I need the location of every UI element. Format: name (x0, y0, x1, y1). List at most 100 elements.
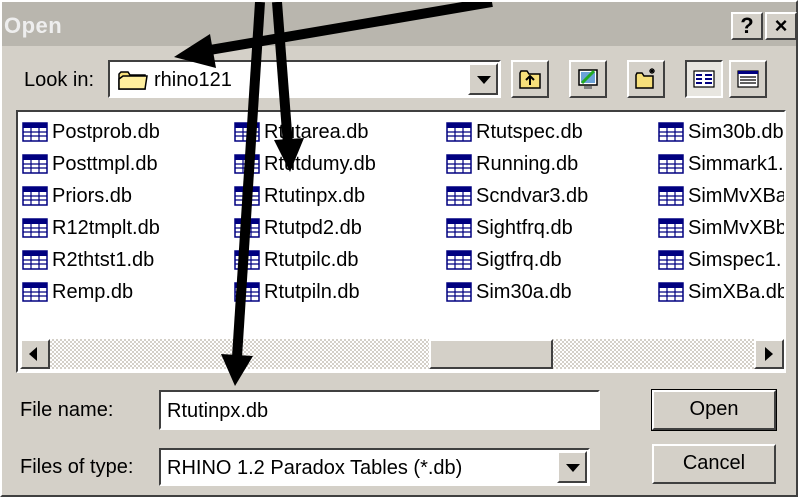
file-item-label: Rtutdumy.db (264, 152, 376, 175)
cancel-button[interactable]: Cancel (652, 444, 776, 484)
file-item-label: Running.db (476, 152, 579, 175)
file-item[interactable]: Sim30a.db (446, 278, 651, 306)
file-item-label: Sigtfrq.db (476, 248, 562, 271)
database-table-icon (22, 122, 48, 142)
file-item-label: Rtutinpx.db (264, 184, 366, 207)
dialog-title: Open (4, 13, 63, 38)
file-name-label: File name: (20, 399, 114, 421)
help-button[interactable]: ? (731, 12, 763, 40)
desktop-button[interactable] (569, 60, 607, 98)
file-item-label: Scndvar3.db (476, 184, 589, 207)
file-item-label: Priors.db (52, 184, 133, 207)
database-table-icon (446, 122, 472, 142)
folder-up-icon (519, 70, 541, 89)
file-item-label: Rtutarea.db (264, 120, 369, 143)
database-table-icon (234, 218, 260, 238)
file-item[interactable]: Simmark1. (658, 150, 784, 178)
file-item-label: Sightfrq.db (476, 216, 573, 239)
file-item-label: Simspec1. (688, 248, 782, 271)
file-item[interactable]: SimMvXBb (658, 214, 786, 242)
title-bar[interactable]: Open ? × (2, 2, 797, 46)
close-button[interactable]: × (765, 12, 797, 40)
open-dialog: Open ? × Look in: rhino121 Postprob.db P… (0, 0, 798, 497)
database-table-icon (658, 186, 684, 206)
file-item-label: Rtutspec.db (476, 120, 583, 143)
database-table-icon (234, 250, 260, 270)
desktop-icon (578, 69, 598, 89)
file-item-label: SimMvXBa (688, 184, 786, 207)
file-item-label: Rtutpd2.db (264, 216, 362, 239)
database-table-icon (446, 154, 472, 174)
database-table-icon (446, 186, 472, 206)
details-view-icon (737, 70, 759, 88)
file-item[interactable]: R12tmplt.db (22, 214, 227, 242)
look-in-value: rhino121 (154, 69, 232, 91)
database-table-icon (446, 282, 472, 302)
database-table-icon (22, 186, 48, 206)
look-in-label: Look in: (24, 69, 95, 91)
file-item-label: SimXBa.db (688, 280, 786, 303)
file-item[interactable]: Rtutinpx.db (234, 182, 439, 210)
database-table-icon (234, 282, 260, 302)
file-item[interactable]: Rtutdumy.db (234, 150, 439, 178)
file-name-input[interactable]: Rtutinpx.db (159, 390, 600, 430)
file-item[interactable]: Rtutarea.db (234, 118, 439, 146)
database-table-icon (22, 154, 48, 174)
file-item[interactable]: Rtutpiln.db (234, 278, 439, 306)
database-table-icon (658, 282, 684, 302)
scroll-left-icon[interactable] (20, 339, 50, 369)
file-item[interactable]: Postprob.db (22, 118, 227, 146)
database-table-icon (22, 218, 48, 238)
file-item-label: Postprob.db (52, 120, 160, 143)
database-table-icon (658, 250, 684, 270)
file-item-label: Posttmpl.db (52, 152, 158, 175)
file-item-label: SimMvXBb (688, 216, 786, 239)
database-table-icon (22, 250, 48, 270)
file-item[interactable]: Posttmpl.db (22, 150, 227, 178)
file-item-label: Remp.db (52, 280, 134, 303)
new-folder-icon (635, 68, 655, 89)
file-item-label: Sim30b.db (688, 120, 784, 143)
file-item[interactable]: Running.db (446, 150, 651, 178)
file-item[interactable]: Rtutspec.db (446, 118, 651, 146)
file-item[interactable]: Rtutpd2.db (234, 214, 439, 242)
file-item-label: Rtutpilc.db (264, 248, 359, 271)
list-view-button[interactable] (685, 60, 723, 98)
database-table-icon (658, 154, 684, 174)
database-table-icon (446, 218, 472, 238)
file-item[interactable]: Rtutpilc.db (234, 246, 439, 274)
file-item[interactable]: Scndvar3.db (446, 182, 651, 210)
horizontal-scrollbar[interactable] (20, 339, 784, 369)
file-list[interactable]: Postprob.db Posttmpl.db Priors.db R12tmplt.… (16, 110, 786, 373)
file-item[interactable]: SimXBa.db (658, 278, 786, 306)
scroll-thumb[interactable] (429, 339, 553, 369)
scroll-right-icon[interactable] (754, 339, 784, 369)
files-of-type-label: Files of type: (20, 456, 134, 478)
file-item[interactable]: Priors.db (22, 182, 227, 210)
database-table-icon (446, 250, 472, 270)
file-item-label: R12tmplt.db (52, 216, 160, 239)
database-table-icon (234, 186, 260, 206)
folder-icon (118, 71, 148, 90)
file-item-label: Sim30a.db (476, 280, 572, 303)
chevron-down-icon[interactable] (557, 451, 587, 483)
file-item[interactable]: Sightfrq.db (446, 214, 651, 242)
file-item[interactable]: R2thtst1.db (22, 246, 227, 274)
file-item[interactable]: Remp.db (22, 278, 227, 306)
look-in-dropdown[interactable]: rhino121 (108, 60, 501, 98)
create-new-folder-button[interactable] (627, 60, 665, 98)
file-item-label: Rtutpiln.db (264, 280, 360, 303)
open-button[interactable]: Open (651, 389, 777, 431)
database-table-icon (658, 218, 684, 238)
file-item[interactable]: Sigtfrq.db (446, 246, 651, 274)
list-view-icon (693, 70, 715, 88)
file-item[interactable]: SimMvXBa (658, 182, 786, 210)
file-item-label: Simmark1. (688, 152, 784, 175)
up-one-level-button[interactable] (511, 60, 549, 98)
files-of-type-value: RHINO 1.2 Paradox Tables (*.db) (167, 457, 463, 479)
chevron-down-icon[interactable] (468, 63, 498, 95)
file-item[interactable]: Simspec1. (658, 246, 784, 274)
files-of-type-dropdown[interactable]: RHINO 1.2 Paradox Tables (*.db) (159, 448, 590, 486)
file-item[interactable]: Sim30b.db (658, 118, 784, 146)
details-view-button[interactable] (729, 60, 767, 98)
